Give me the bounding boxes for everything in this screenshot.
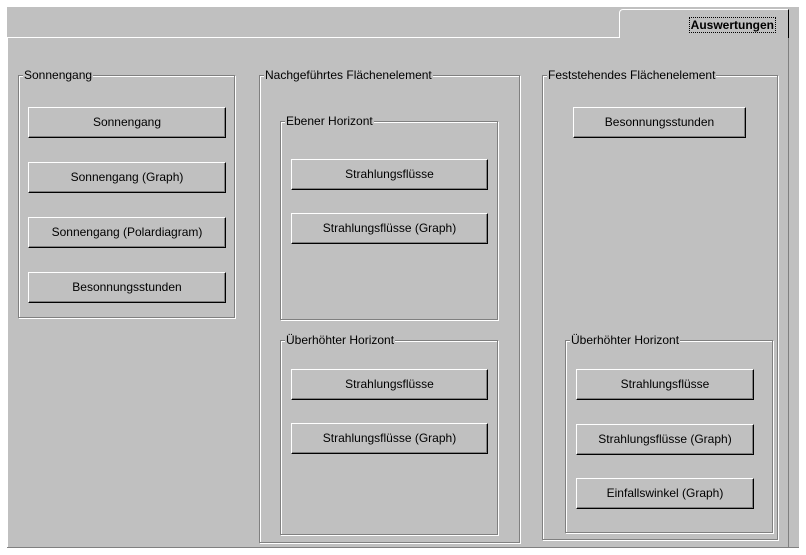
window-border-right [788,37,789,548]
sonnengang-polardiagram-button[interactable]: Sonnengang (Polardiagram) [28,217,226,248]
sonnengang-besonnungsstunden-button[interactable]: Besonnungsstunden [28,272,226,303]
group-nachgefuehrtes-flaechenelement: Nachgeführtes Flächenelement Ebener Hori… [259,68,520,543]
nachgefuehrt-ueberhoeht-strahlungsfluesse-graph-button[interactable]: Strahlungsflüsse (Graph) [291,423,488,454]
group-sonnengang: Sonnengang Sonnengang Sonnengang (Graph)… [18,68,235,318]
tab-auswertungen[interactable]: Auswertungen [619,9,789,38]
window-border-left [7,37,8,548]
group-feststehend-ueberhoehter-horizont: Überhöhter Horizont Strahlungsflüsse Str… [565,333,773,533]
feststehend-besonnungsstunden-button[interactable]: Besonnungsstunden [573,107,746,138]
group-feststehend-title: Feststehendes Flächenelement [547,68,717,83]
nachgefuehrt-ueberhoeht-strahlungsfluesse-button[interactable]: Strahlungsflüsse [291,369,488,400]
nachgefuehrt-ebener-strahlungsfluesse-button[interactable]: Strahlungsflüsse [291,159,488,190]
group-nachgefuehrt-ueberhoehter-horizont: Überhöhter Horizont Strahlungsflüsse Str… [280,333,498,535]
feststehend-strahlungsfluesse-button[interactable]: Strahlungsflüsse [576,369,754,400]
group-nachgefuehrt-ebener-horizont: Ebener Horizont Strahlungsflüsse Strahlu… [280,114,498,320]
window-border-bottom [7,547,799,548]
dialog-window: Auswertungen Sonnengang Sonnengang Sonne… [7,7,799,548]
feststehend-strahlungsfluesse-graph-button[interactable]: Strahlungsflüsse (Graph) [576,424,754,455]
group-sonnengang-title: Sonnengang [23,68,94,83]
group-nachgefuehrt-title: Nachgeführtes Flächenelement [264,68,433,83]
group-feststehendes-flaechenelement: Feststehendes Flächenelement Besonnungss… [542,68,778,540]
feststehend-einfallswinkel-graph-button[interactable]: Einfallswinkel (Graph) [576,478,754,509]
group-ebener-horizont-title: Ebener Horizont [285,114,374,129]
tab-auswertungen-label: Auswertungen [688,17,776,33]
group-nachgefuehrt-ueberhoehter-title: Überhöhter Horizont [285,333,396,348]
nachgefuehrt-ebener-strahlungsfluesse-graph-button[interactable]: Strahlungsflüsse (Graph) [291,213,488,244]
tab-strip-line [7,37,619,38]
group-feststehend-ueberhoehter-title: Überhöhter Horizont [570,333,681,348]
sonnengang-button[interactable]: Sonnengang [28,107,226,138]
sonnengang-graph-button[interactable]: Sonnengang (Graph) [28,162,226,193]
